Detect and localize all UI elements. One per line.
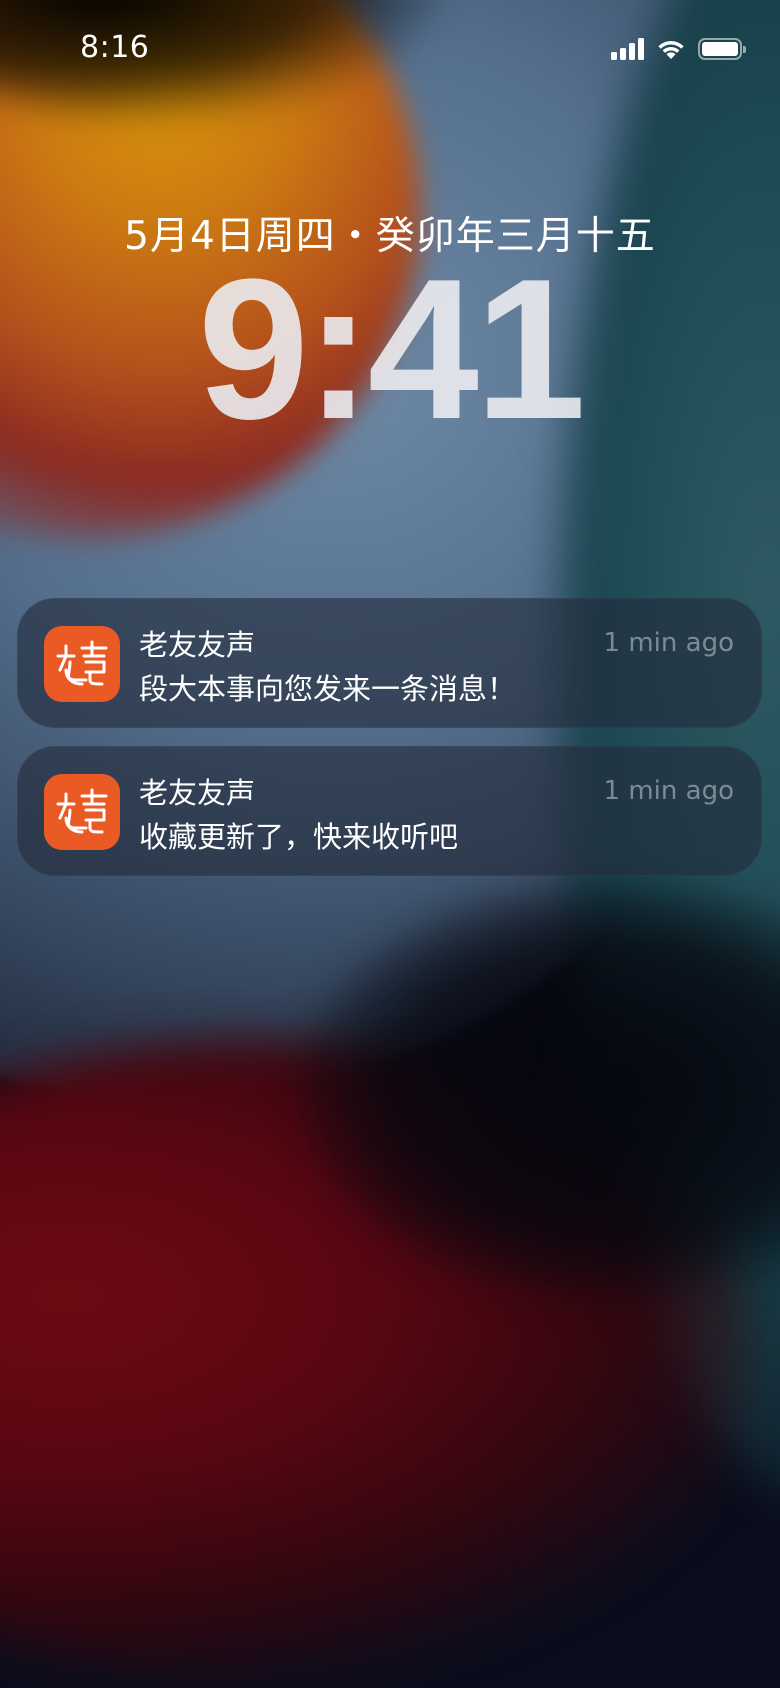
status-bar: 8:16 bbox=[0, 0, 780, 100]
wifi-icon bbox=[658, 41, 684, 59]
notification-time: 1 min ago bbox=[603, 776, 734, 806]
app-logo-icon bbox=[44, 774, 120, 850]
cellular-signal-icon bbox=[611, 38, 644, 60]
battery-cap bbox=[743, 46, 746, 53]
app-logo-icon bbox=[44, 626, 120, 702]
notification-message: 段大本事向您发来一条消息！ bbox=[139, 672, 517, 706]
lock-screen: 8:16 5月4日周四・癸卯年三月十五 9:41 老友友声 段大本事向您发来一条… bbox=[0, 0, 780, 1688]
battery-level-fill bbox=[702, 42, 738, 56]
status-icons bbox=[611, 38, 746, 60]
notification-app-name: 老友友声 bbox=[139, 776, 256, 810]
notification-card[interactable]: 老友友声 收藏更新了，快来收听吧 1 min ago bbox=[17, 746, 762, 876]
notification-card[interactable]: 老友友声 段大本事向您发来一条消息！ 1 min ago bbox=[17, 598, 762, 728]
status-time: 8:16 bbox=[80, 30, 150, 65]
lock-clock: 9:41 bbox=[197, 238, 586, 461]
notification-time: 1 min ago bbox=[603, 628, 734, 658]
battery-icon bbox=[698, 38, 746, 60]
notification-message: 收藏更新了，快来收听吧 bbox=[139, 820, 459, 854]
notification-app-name: 老友友声 bbox=[139, 628, 256, 662]
